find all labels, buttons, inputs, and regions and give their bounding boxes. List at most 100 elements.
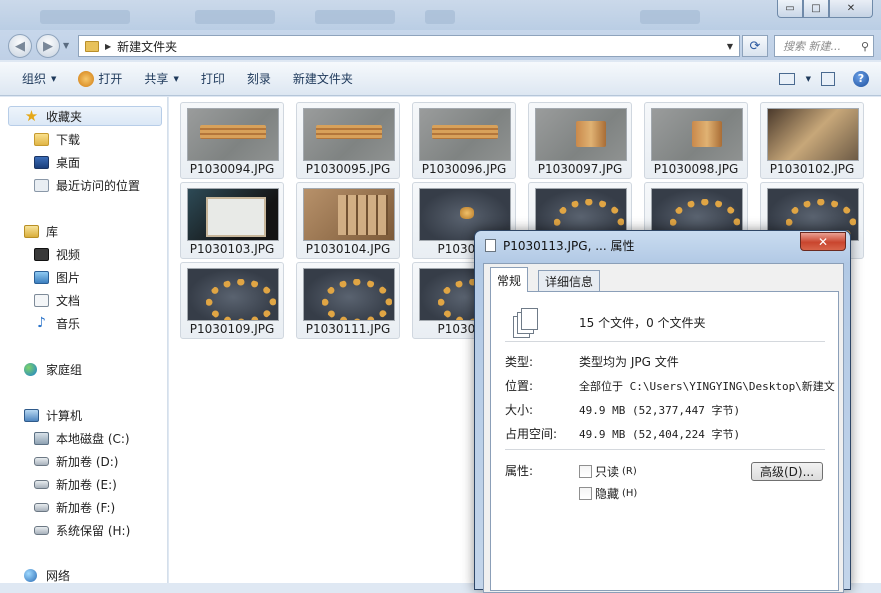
nav-label: 网络: [46, 568, 71, 583]
nav-drive-f[interactable]: 新加卷 (F:): [34, 497, 115, 517]
dialog-body: 常规 详细信息 15 个文件，0 个文件夹 类型: 类型均为 JPG 文件 位置…: [483, 263, 844, 593]
nav-drive-h[interactable]: 系统保留 (H:): [34, 520, 130, 540]
file-name: P1030103.JPG: [189, 242, 275, 256]
nav-music[interactable]: ♪ 音乐: [34, 313, 80, 333]
close-window-button[interactable]: ✕: [829, 0, 873, 18]
file-name: P1030096.JPG: [421, 162, 507, 176]
checkbox-box: [579, 465, 592, 478]
nav-libraries[interactable]: 库: [24, 221, 58, 241]
nav-label: 文档: [56, 293, 81, 308]
nav-homegroup[interactable]: 家庭组: [24, 359, 82, 379]
image-thumbnail: [419, 108, 511, 161]
selection-count: 15 个文件，0 个文件夹: [579, 316, 706, 330]
file-tile[interactable]: P1030109.JPG: [180, 262, 284, 339]
nav-label: 视频: [56, 247, 81, 262]
file-tile[interactable]: P1030094.JPG: [180, 102, 284, 179]
nav-label: 图片: [56, 270, 81, 285]
nav-label: 最近访问的位置: [56, 178, 141, 193]
nav-drive-c[interactable]: 本地磁盘 (C:): [34, 428, 130, 448]
file-tile[interactable]: P1030104.JPG: [296, 182, 400, 259]
type-value: 类型均为 JPG 文件: [579, 355, 679, 369]
size-value: 49.9 MB (52,377,447 字节): [579, 404, 741, 417]
nav-label: 音乐: [56, 316, 81, 331]
type-label: 类型:: [505, 355, 534, 369]
search-icon[interactable]: ⚲: [861, 40, 869, 53]
checkbox-hotkey: (R): [622, 466, 637, 477]
blurred-tab: [40, 10, 130, 24]
file-tile[interactable]: P1030098.JPG: [644, 102, 748, 179]
nav-downloads[interactable]: 下载: [34, 129, 80, 149]
share-menu[interactable]: 共享 ▼: [144, 70, 178, 87]
checkbox-box: [579, 487, 592, 500]
breadcrumb-arrow-icon[interactable]: ▶: [105, 42, 111, 51]
file-tile[interactable]: P1030111.JPG: [296, 262, 400, 339]
file-tile[interactable]: P1030095.JPG: [296, 102, 400, 179]
drive-icon: [34, 502, 49, 512]
organize-menu[interactable]: 组织 ▼: [22, 70, 56, 87]
search-placeholder: 搜索 新建...: [783, 40, 841, 53]
change-view-icon[interactable]: [778, 72, 795, 85]
nav-recent-places[interactable]: 最近访问的位置: [34, 175, 140, 195]
nav-label: 新加卷 (F:): [56, 500, 116, 515]
command-bar: 组织 ▼ 打开 共享 ▼ 打印 刻录 新建文件夹 ▼ ?: [0, 62, 881, 96]
forward-button[interactable]: ▶: [36, 34, 60, 58]
view-dropdown-icon[interactable]: ▼: [801, 75, 811, 83]
file-tile[interactable]: P1030103.JPG: [180, 182, 284, 259]
file-tile[interactable]: P1030096.JPG: [412, 102, 516, 179]
nav-documents[interactable]: 文档: [34, 290, 80, 310]
file-name: P1030097.JPG: [537, 162, 623, 176]
maximize-button[interactable]: □: [803, 0, 829, 18]
recent-pages-dropdown-icon[interactable]: ▼: [63, 41, 69, 50]
breadcrumb-folder[interactable]: 新建文件夹: [117, 38, 177, 55]
print-button[interactable]: 打印: [201, 70, 225, 87]
file-tile[interactable]: P1030102.JPG: [760, 102, 864, 179]
advanced-button[interactable]: 高级(D)...: [751, 462, 823, 481]
nav-pictures[interactable]: 图片: [34, 267, 80, 287]
refresh-icon: ⟳: [749, 38, 761, 54]
file-tile[interactable]: P1030097.JPG: [528, 102, 632, 179]
blurred-tab: [195, 10, 275, 24]
nav-label: 库: [46, 224, 59, 239]
recent-places-icon: [34, 178, 49, 192]
nav-favorites[interactable]: ★ 收藏夹: [24, 106, 82, 126]
checkbox-hotkey: (H): [622, 488, 638, 499]
location-label: 位置:: [505, 379, 534, 393]
chevron-down-icon: ▼: [51, 74, 57, 83]
open-icon: [78, 70, 95, 87]
desktop-icon: [34, 155, 49, 169]
video-icon: [34, 247, 49, 261]
help-icon[interactable]: ?: [853, 70, 869, 87]
burn-button[interactable]: 刻录: [247, 70, 271, 87]
size-on-disk-value: 49.9 MB (52,404,224 字节): [579, 428, 741, 441]
drive-icon: [34, 479, 49, 489]
general-tab-panel: 15 个文件，0 个文件夹 类型: 类型均为 JPG 文件 位置: 全部位于 C…: [490, 291, 839, 591]
dialog-title: P1030113.JPG, ... 属性: [503, 239, 635, 253]
nav-desktop[interactable]: 桌面: [34, 152, 80, 172]
nav-label: 新加卷 (E:): [56, 477, 117, 492]
readonly-checkbox[interactable]: 只读 (R): [579, 463, 637, 480]
nav-drive-e[interactable]: 新加卷 (E:): [34, 474, 117, 494]
hidden-checkbox[interactable]: 隐藏 (H): [579, 485, 637, 502]
open-button[interactable]: 打开: [78, 70, 122, 87]
nav-videos[interactable]: 视频: [34, 244, 80, 264]
preview-pane-icon[interactable]: [821, 71, 835, 86]
new-folder-button[interactable]: 新建文件夹: [293, 70, 353, 87]
file-name: P1030109.JPG: [189, 322, 275, 336]
tab-general[interactable]: 常规: [490, 267, 529, 292]
dialog-close-button[interactable]: ✕: [800, 232, 846, 251]
tab-label: 详细信息: [545, 274, 594, 289]
tab-details[interactable]: 详细信息: [538, 270, 601, 291]
nav-network[interactable]: 网络: [24, 565, 70, 585]
nav-computer[interactable]: 计算机: [24, 405, 82, 425]
nav-label: 新加卷 (D:): [56, 454, 119, 469]
back-button[interactable]: ◀: [8, 34, 32, 58]
refresh-button[interactable]: ⟳: [742, 35, 768, 57]
address-dropdown-icon[interactable]: ▼: [727, 42, 733, 51]
image-thumbnail: [303, 188, 395, 241]
minimize-button[interactable]: ▭: [777, 0, 803, 18]
window-titlebar: ▭ □ ✕: [0, 0, 881, 32]
search-input[interactable]: 搜索 新建... ⚲: [774, 35, 874, 57]
address-bar[interactable]: ▶ 新建文件夹 ▼: [78, 35, 740, 57]
nav-drive-d[interactable]: 新加卷 (D:): [34, 451, 118, 471]
size-on-disk-label: 占用空间:: [505, 427, 558, 441]
